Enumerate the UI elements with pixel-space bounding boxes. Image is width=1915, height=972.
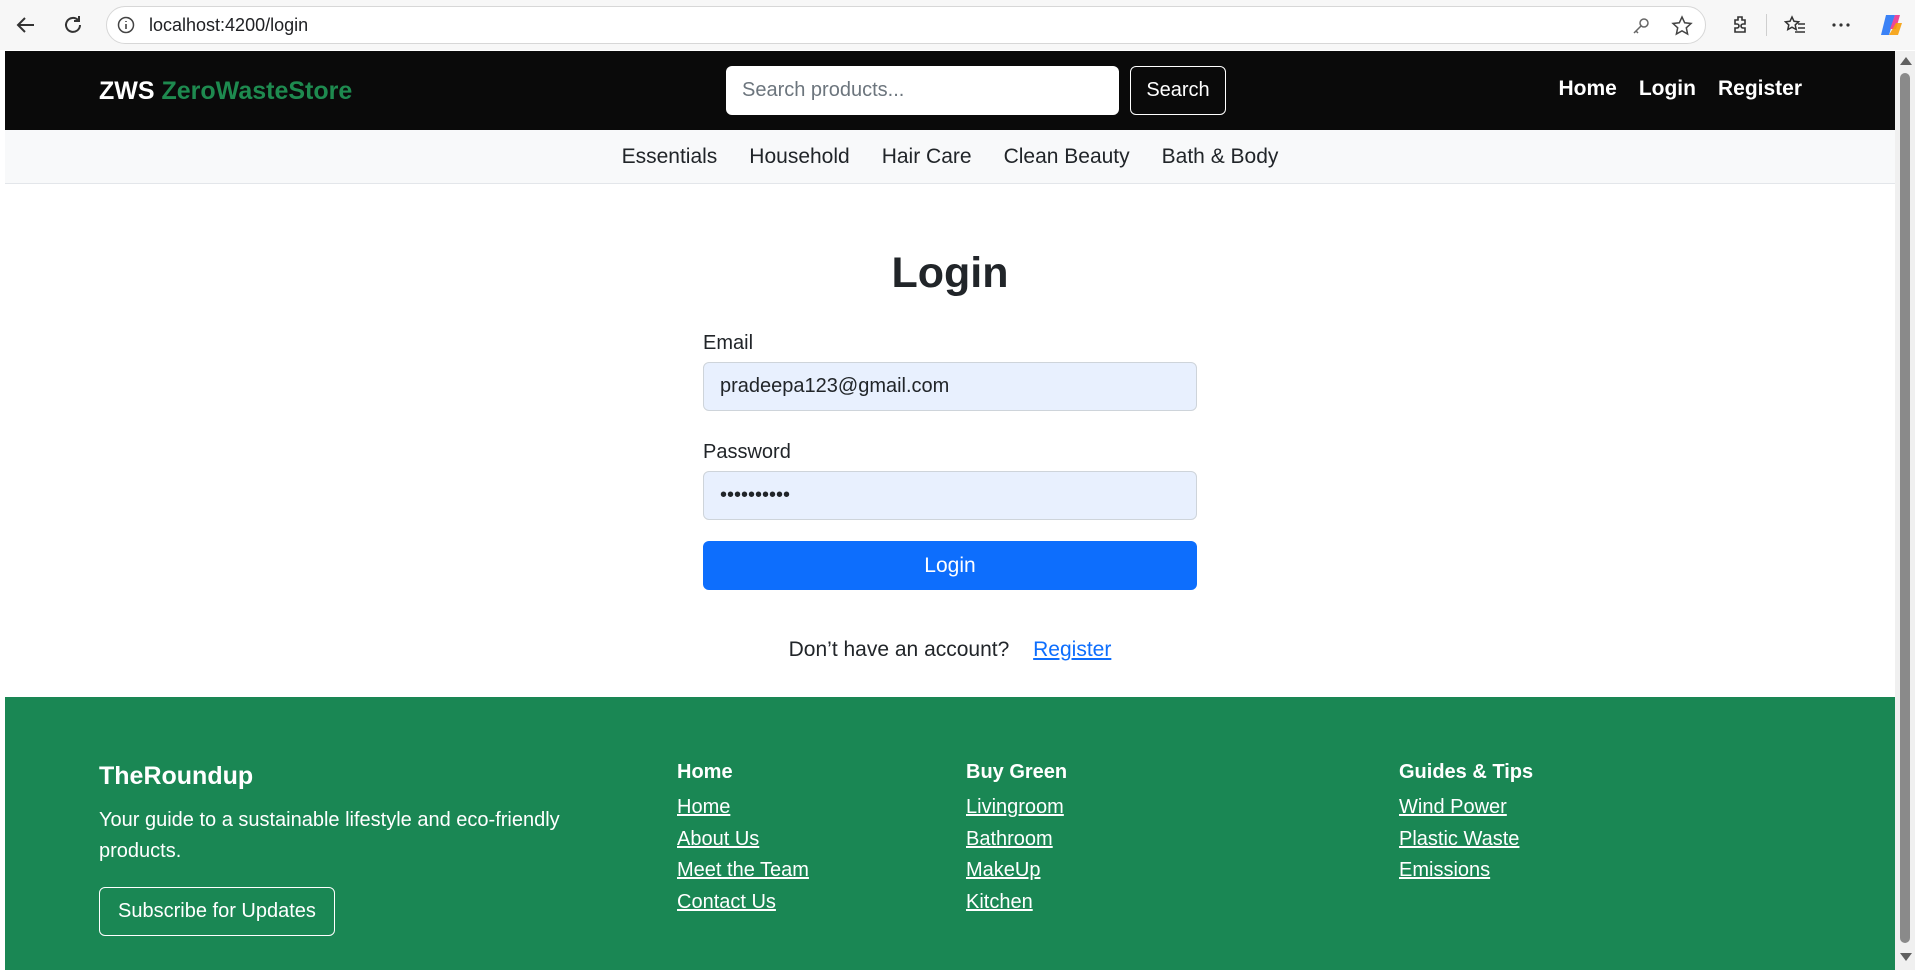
footer-link-meet-the-team[interactable]: Meet the Team <box>677 855 809 887</box>
copilot-icon[interactable] <box>1876 10 1906 40</box>
browser-toolbar: localhost:4200/login <box>0 0 1915 50</box>
toolbar-separator <box>1766 14 1767 36</box>
subscribe-button[interactable]: Subscribe for Updates <box>99 887 335 936</box>
top-navbar: ZWS ZeroWasteStore Search Home Login Reg… <box>5 51 1895 130</box>
favorites-list-icon[interactable] <box>1780 10 1810 40</box>
nav-login-link[interactable]: Login <box>1639 77 1696 101</box>
password-field[interactable] <box>703 471 1197 520</box>
url-text[interactable]: localhost:4200/login <box>149 15 308 36</box>
footer-brand: TheRoundup <box>99 762 254 790</box>
footer-link-contact-us[interactable]: Contact Us <box>677 887 809 919</box>
login-form: Email Password Login <box>703 332 1197 590</box>
footer-link-livingroom[interactable]: Livingroom <box>966 792 1067 824</box>
scroll-up-arrow-icon[interactable] <box>1900 57 1912 65</box>
category-household[interactable]: Household <box>749 145 849 169</box>
vertical-scrollbar[interactable] <box>1895 51 1915 970</box>
brand-logo[interactable]: ZWS ZeroWasteStore <box>99 77 352 106</box>
category-bath-body[interactable]: Bath & Body <box>1162 145 1279 169</box>
footer-column-title: Buy Green <box>966 761 1068 783</box>
scrollbar-thumb[interactable] <box>1900 73 1910 943</box>
page-viewport: ZWS ZeroWasteStore Search Home Login Reg… <box>5 51 1895 970</box>
brand-short[interactable]: ZWS <box>99 77 155 105</box>
footer-link-wind-power[interactable]: Wind Power <box>1399 792 1533 824</box>
category-clean-beauty[interactable]: Clean Beauty <box>1004 145 1130 169</box>
category-essentials[interactable]: Essentials <box>622 145 718 169</box>
login-button[interactable]: Login <box>703 541 1197 590</box>
footer-column-title: Home <box>677 761 733 783</box>
footer-tagline: Your guide to a sustainable lifestyle an… <box>99 809 560 862</box>
email-field[interactable] <box>703 362 1197 411</box>
header-nav-links: Home Login Register <box>1558 77 1802 101</box>
footer-column-guides-tips: Guides & Tips Wind Power Plastic Waste E… <box>1399 761 1533 887</box>
footer-link-home[interactable]: Home <box>677 792 809 824</box>
category-hair-care[interactable]: Hair Care <box>882 145 972 169</box>
email-label: Email <box>703 332 754 354</box>
brand-name[interactable]: ZeroWasteStore <box>162 77 353 105</box>
favorite-star-icon[interactable] <box>1671 15 1693 41</box>
site-info-icon[interactable] <box>117 16 135 34</box>
address-bar[interactable]: localhost:4200/login <box>106 6 1706 44</box>
footer-column-home: Home Home About Us Meet the Team Contact… <box>677 761 809 918</box>
footer-column-title: Guides & Tips <box>1399 761 1534 783</box>
footer-link-plastic-waste[interactable]: Plastic Waste <box>1399 824 1533 856</box>
register-link[interactable]: Register <box>1033 638 1111 661</box>
more-menu-icon[interactable] <box>1826 10 1856 40</box>
footer-link-bathroom[interactable]: Bathroom <box>966 824 1067 856</box>
nav-home-link[interactable]: Home <box>1558 77 1616 101</box>
search-input[interactable] <box>726 66 1119 115</box>
nav-register-link[interactable]: Register <box>1718 77 1802 101</box>
no-account-text: Don’t have an account? <box>788 638 1010 661</box>
reload-icon[interactable] <box>58 10 88 40</box>
back-icon[interactable] <box>11 10 41 40</box>
category-nav: Essentials Household Hair Care Clean Bea… <box>5 130 1895 184</box>
search-button[interactable]: Search <box>1130 66 1226 115</box>
footer-link-emissions[interactable]: Emissions <box>1399 855 1533 887</box>
footer-column-buy-green: Buy Green Livingroom Bathroom MakeUp Kit… <box>966 761 1067 918</box>
footer-link-makeup[interactable]: MakeUp <box>966 855 1067 887</box>
footer-link-kitchen[interactable]: Kitchen <box>966 887 1067 919</box>
site-footer: TheRoundup Your guide to a sustainable l… <box>5 697 1895 970</box>
password-label: Password <box>703 441 791 463</box>
extensions-icon[interactable] <box>1726 10 1756 40</box>
page-title: Login <box>891 249 1009 297</box>
register-prompt: Don’t have an account? Register <box>5 638 1895 662</box>
scroll-down-arrow-icon[interactable] <box>1900 953 1912 961</box>
password-key-icon[interactable] <box>1631 16 1651 40</box>
footer-link-about-us[interactable]: About Us <box>677 824 809 856</box>
